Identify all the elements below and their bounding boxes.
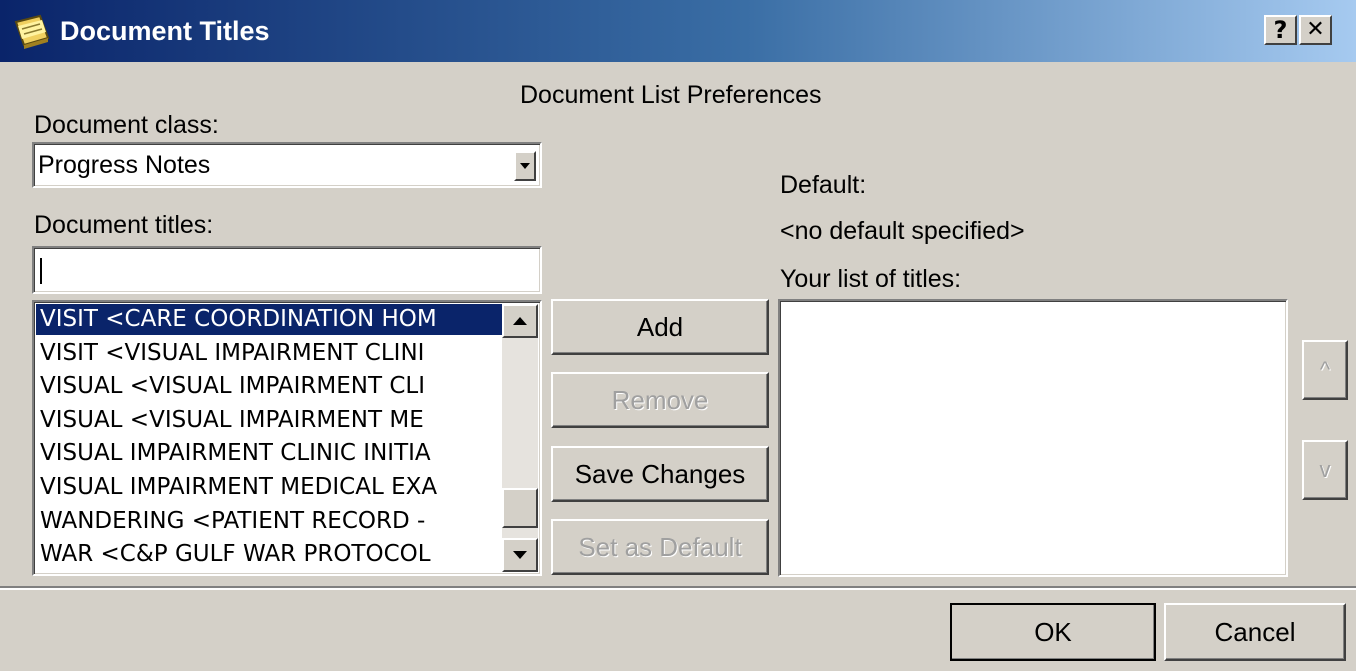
add-button[interactable]: Add <box>551 299 769 355</box>
document-class-label: Document class: <box>34 111 219 139</box>
chevron-down-icon <box>520 163 530 169</box>
title-search-input[interactable] <box>32 246 542 294</box>
titles-scrollbar[interactable] <box>502 304 538 572</box>
list-item[interactable]: VISUAL IMPAIRMENT CLINIC INITIA <box>36 438 506 469</box>
move-down-button[interactable]: v <box>1302 440 1348 500</box>
default-value: <no default specified> <box>780 217 1025 245</box>
arrow-down-icon <box>513 551 527 559</box>
notebook-icon <box>14 14 50 49</box>
cancel-button[interactable]: Cancel <box>1164 603 1346 661</box>
set-as-default-button[interactable]: Set as Default <box>551 519 769 575</box>
document-titles-label: Document titles: <box>34 211 214 239</box>
save-changes-button[interactable]: Save Changes <box>551 446 769 502</box>
scroll-up-button[interactable] <box>502 304 538 338</box>
document-class-select[interactable]: Progress Notes <box>32 142 542 188</box>
scroll-down-button[interactable] <box>502 538 538 572</box>
list-item[interactable]: WANDERING <PATIENT RECORD - <box>36 506 506 537</box>
your-titles-list[interactable] <box>778 299 1288 577</box>
window-title: Document Titles <box>60 16 270 46</box>
list-item[interactable]: VISIT <CARE COORDINATION HOM <box>36 304 506 335</box>
help-button[interactable]: ? <box>1264 15 1297 45</box>
arrow-up-icon <box>513 317 527 325</box>
document-class-value: Progress Notes <box>38 151 211 179</box>
default-label: Default: <box>780 171 867 199</box>
scroll-thumb[interactable] <box>502 488 538 528</box>
your-titles-label: Your list of titles: <box>780 265 962 293</box>
text-cursor <box>40 258 42 284</box>
list-item[interactable]: VISUAL <VISUAL IMPAIRMENT ME <box>36 405 506 436</box>
remove-button[interactable]: Remove <box>551 372 769 428</box>
list-item[interactable]: VISUAL <VISUAL IMPAIRMENT CLI <box>36 371 506 402</box>
dropdown-button[interactable] <box>514 151 536 181</box>
move-up-button[interactable]: ^ <box>1302 340 1348 400</box>
document-titles-list[interactable]: VISIT <CARE COORDINATION HOM VISIT <VISUA… <box>32 300 542 576</box>
close-button[interactable]: ✕ <box>1299 15 1332 45</box>
list-item[interactable]: WAR <C&P GULF WAR PROTOCOL <box>36 539 506 570</box>
ok-button[interactable]: OK <box>950 603 1156 661</box>
list-item[interactable]: VISIT <VISUAL IMPAIRMENT CLINI <box>36 338 506 369</box>
footer-divider-highlight <box>0 588 1356 590</box>
preferences-heading: Document List Preferences <box>520 81 822 109</box>
title-bar[interactable]: Document Titles ? ✕ <box>0 0 1356 62</box>
list-item[interactable]: VISUAL IMPAIRMENT MEDICAL EXA <box>36 472 506 503</box>
close-icon: ✕ <box>1306 17 1325 42</box>
